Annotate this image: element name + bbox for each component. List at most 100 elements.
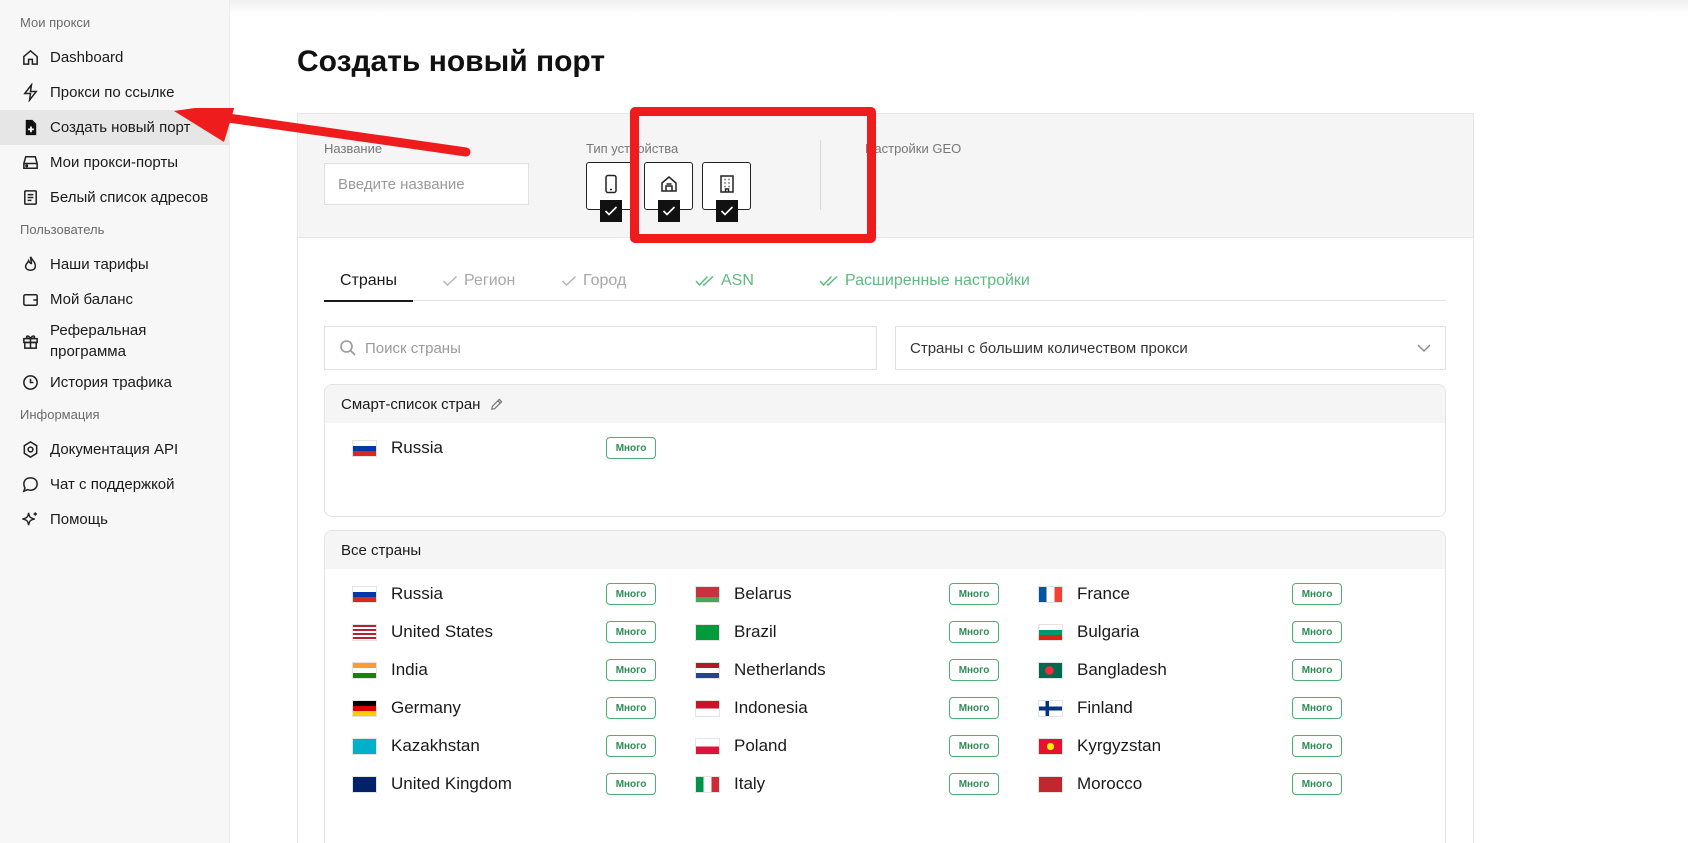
availability-badge: Много [606,659,656,681]
building-icon [718,174,736,199]
device-datacenter-toggle[interactable] [702,162,751,222]
country-search-input[interactable]: Поиск страны [324,326,877,370]
create-port-card: Название Тип устройства Настройки GEO Ст… [297,107,1474,843]
country-item-united-states[interactable]: United States [352,617,493,647]
top-bar-shadow [230,0,1688,14]
bangladesh-flag-icon [1038,661,1063,679]
availability-badge: Много [606,621,656,643]
server-icon [20,153,40,173]
nav-item-api-docs[interactable]: Документация API [0,432,229,467]
availability-badge: Много [949,621,999,643]
name-input[interactable] [324,163,529,205]
geo-tabs: Страны Регион Город ASN Расширенные наст… [324,261,1446,302]
country-name: United Kingdom [391,774,512,793]
country-item-kyrgyzstan[interactable]: Kyrgyzstan [1038,731,1161,761]
check-icon [599,200,622,222]
check-icon [657,200,680,222]
check-icon [442,275,458,287]
nav-label: Наши тарифы [50,256,149,273]
morocco-flag-icon [1038,775,1063,793]
brazil-flag-icon [695,623,720,641]
nav-label: Помощь [50,511,108,528]
country-item-italy[interactable]: Italy [695,769,765,799]
nav-item-balance[interactable]: Мой баланс [0,282,229,317]
germany-flag-icon [352,699,377,717]
country-item-india[interactable]: India [352,655,428,685]
country-name: Kyrgyzstan [1077,736,1162,755]
wallet-icon [20,290,40,310]
belarus-flag-icon [695,585,720,603]
section-title-my-proxies: Мои прокси [20,14,91,30]
availability-badge: Много [949,659,999,681]
country-sort-select[interactable]: Страны с большим количеством прокси [895,326,1446,370]
section-title-user: Пользователь [20,221,105,237]
nav-item-referral[interactable]: Реферальная программа [0,317,229,365]
country-name: Kazakhstan [391,736,480,755]
tab-region[interactable]: Регион [442,261,515,301]
file-plus-icon [20,118,40,138]
availability-badge: Много [606,583,656,605]
tab-city[interactable]: Город [561,261,626,301]
nav-item-link-proxies[interactable]: Прокси по ссылке [0,75,229,110]
country-item-kazakhstan[interactable]: Kazakhstan [352,731,480,761]
country-item-netherlands[interactable]: Netherlands [695,655,826,685]
united-kingdom-flag-icon [352,775,377,793]
all-countries-list: Все страны Russia Много United States Много… [324,530,1446,843]
nav-label: Dashboard [50,49,124,66]
availability-badge: Много [949,697,999,719]
country-item-brazil[interactable]: Brazil [695,617,777,647]
country-item-finland[interactable]: Finland [1038,693,1133,723]
availability-badge: Много [1292,659,1342,681]
device-mobile-toggle[interactable] [586,162,635,222]
page-title: Создать новый порт [297,45,606,78]
pencil-icon[interactable] [490,398,503,411]
nav-item-whitelist[interactable]: Белый список адресов [0,180,229,215]
all-countries-header: Все страны [325,531,1445,569]
country-item-indonesia[interactable]: Indonesia [695,693,808,723]
nav-item-dashboard[interactable]: Dashboard [0,40,229,75]
country-item-germany[interactable]: Germany [352,693,461,723]
country-item-united-kingdom[interactable]: United Kingdom [352,769,512,799]
country-item-morocco[interactable]: Morocco [1038,769,1142,799]
india-flag-icon [352,661,377,679]
availability-badge: Много [1292,697,1342,719]
country-item-bulgaria[interactable]: Bulgaria [1038,617,1139,647]
settings-icon [20,440,40,460]
tab-asn[interactable]: ASN [695,261,754,301]
country-item-belarus[interactable]: Belarus [695,579,792,609]
country-name: United States [391,622,494,641]
country-name: Indonesia [734,698,808,717]
country-name: Netherlands [734,660,826,679]
country-name: Germany [391,698,461,717]
availability-badge: Много [606,735,656,757]
device-residential-toggle[interactable] [644,162,693,222]
finland-flag-icon [1038,699,1063,717]
tab-countries[interactable]: Страны [324,261,414,302]
country-item-bangladesh[interactable]: Bangladesh [1038,655,1167,685]
smart-list-header: Смарт-список стран [325,385,1445,423]
nav-item-support-chat[interactable]: Чат с поддержкой [0,467,229,502]
tab-advanced-settings[interactable]: Расширенные настройки [819,261,1030,301]
country-item-russia[interactable]: Russia [352,579,443,609]
nav-item-traffic-history[interactable]: История трафика [0,365,229,400]
russia-flag-icon [352,585,377,603]
nav-label: Прокси по ссылке [50,84,175,101]
country-item-france[interactable]: France [1038,579,1130,609]
country-name: Russia [391,438,443,457]
availability-badge: Много [606,437,656,459]
country-name: Poland [734,736,787,755]
availability-badge: Много [1292,735,1342,757]
home-icon [20,48,40,68]
country-item-russia[interactable]: Russia [352,433,443,463]
clock-icon [20,373,40,393]
nav-item-tariffs[interactable]: Наши тарифы [0,247,229,282]
availability-badge: Много [1292,621,1342,643]
tab-label: ASN [721,272,754,289]
availability-badge: Много [949,583,999,605]
country-item-poland[interactable]: Poland [695,731,787,761]
nav-item-help[interactable]: Помощь [0,502,229,537]
country-name: Russia [391,584,443,603]
main-content: Создать новый порт Название Тип устройст… [174,0,1688,843]
device-type-label: Тип устройства [586,141,679,156]
france-flag-icon [1038,585,1063,603]
